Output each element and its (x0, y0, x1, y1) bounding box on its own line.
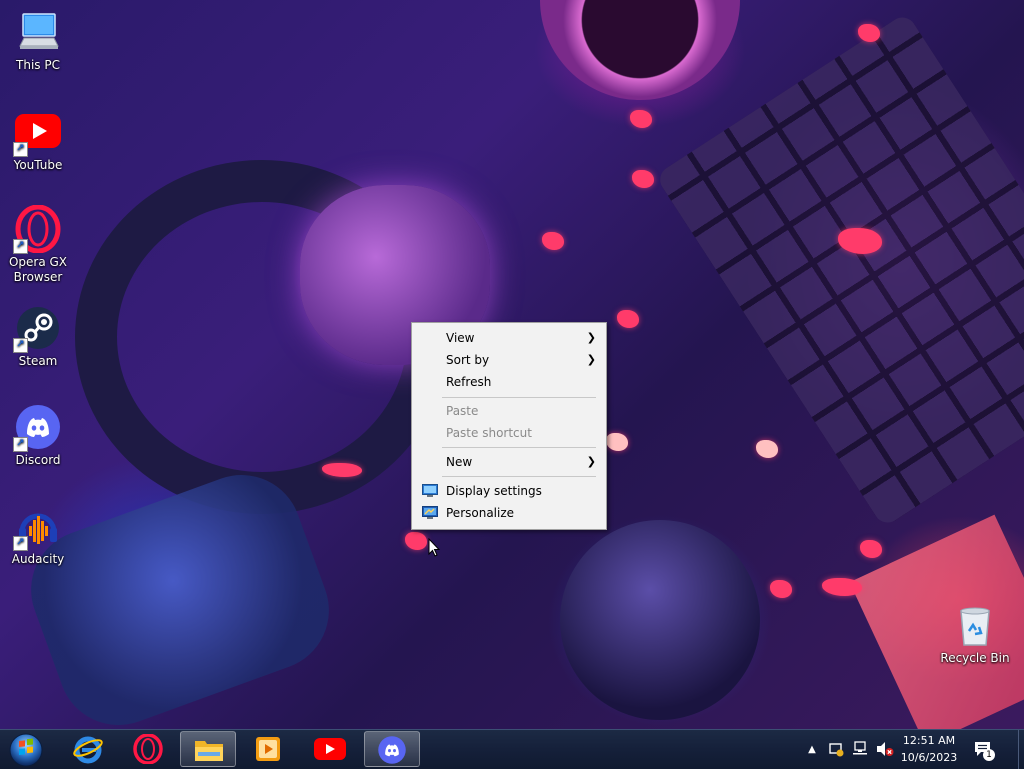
volume-muted-icon[interactable] (876, 741, 894, 757)
wallpaper-candy (542, 232, 564, 250)
wallpaper-candy (630, 110, 652, 128)
wallpaper-candy (822, 578, 862, 596)
menu-item-refresh[interactable]: Refresh (412, 371, 606, 393)
opera-icon (133, 734, 163, 764)
desktop-icon-label: Recycle Bin (940, 651, 1010, 665)
menu-item-label: Paste (446, 404, 479, 418)
menu-item-new[interactable]: New ❯ (412, 451, 606, 473)
start-button[interactable] (0, 731, 52, 767)
wallpaper-candy (606, 433, 628, 451)
taskbar-app-internet-explorer[interactable] (60, 731, 116, 767)
shortcut-arrow-icon: ↗ (13, 142, 28, 157)
desktop-icon-label: Opera GX Browser (8, 255, 68, 284)
taskbar-app-file-explorer[interactable] (180, 731, 236, 767)
shortcut-arrow-icon: ↗ (13, 338, 28, 353)
chevron-up-icon: ▲ (808, 744, 816, 755)
menu-separator (442, 476, 596, 477)
taskbar-app-opera[interactable] (120, 731, 176, 767)
wallpaper-mug (540, 0, 740, 100)
this-pc-icon (14, 8, 62, 56)
menu-item-paste: Paste (412, 400, 606, 422)
menu-item-label: New (446, 455, 473, 469)
desktop-wallpaper[interactable]: This PC ↗ YouTube ↗ Opera GX Browser ↗ S… (0, 0, 1024, 729)
menu-separator (442, 447, 596, 448)
action-center-flag-icon[interactable] (828, 741, 844, 757)
menu-item-label: Display settings (446, 484, 542, 498)
desktop-icon-label: YouTube (13, 158, 63, 172)
steam-icon: ↗ (13, 304, 62, 353)
display-icon (422, 484, 438, 497)
taskbar-app-discord[interactable] (364, 731, 420, 767)
submenu-arrow-icon: ❯ (586, 331, 596, 344)
desktop-icon-audacity[interactable]: ↗ Audacity (0, 502, 76, 567)
wallpaper-candy (858, 24, 880, 42)
menu-item-label: Personalize (446, 506, 515, 520)
menu-item-paste-shortcut: Paste shortcut (412, 422, 606, 444)
menu-item-label: Refresh (446, 375, 492, 389)
menu-item-label: Paste shortcut (446, 426, 532, 440)
desktop-icon-label: Steam (18, 354, 58, 368)
menu-item-label: View (446, 331, 475, 345)
submenu-arrow-icon: ❯ (586, 455, 596, 468)
mouse-cursor-icon (428, 538, 440, 557)
menu-item-personalize[interactable]: Personalize (412, 502, 606, 524)
menu-item-sort-by[interactable]: Sort by ❯ (412, 349, 606, 371)
network-icon[interactable] (852, 741, 868, 757)
desktop-icon-label: This PC (16, 58, 60, 72)
wallpaper-candy (860, 540, 882, 558)
youtube-icon (314, 738, 346, 760)
youtube-icon: ↗ (13, 108, 62, 157)
wallpaper-figure (560, 520, 760, 720)
notification-count-badge: 1 (983, 749, 995, 761)
taskbar-clock[interactable]: 12:51 AM 10/6/2023 (896, 732, 962, 766)
wallpaper-candy (632, 170, 654, 188)
taskbar-app-youtube[interactable] (302, 731, 358, 767)
windows-start-orb-icon (9, 733, 43, 767)
menu-item-display-settings[interactable]: Display settings (412, 480, 606, 502)
menu-item-label: Sort by (446, 353, 490, 367)
discord-icon: ↗ (13, 403, 62, 452)
tray-overflow-button[interactable]: ▲ (804, 730, 820, 769)
menu-separator (442, 397, 596, 398)
internet-explorer-icon (73, 736, 103, 764)
desktop-icon-label: Discord (15, 453, 61, 467)
media-player-icon (256, 737, 280, 761)
taskbar-app-media-player[interactable] (240, 731, 296, 767)
taskbar: ▲ 12:51 AM 10/6/2023 1 (0, 729, 1024, 769)
menu-item-view[interactable]: View ❯ (412, 327, 606, 349)
submenu-arrow-icon: ❯ (586, 353, 596, 366)
shortcut-arrow-icon: ↗ (13, 536, 28, 551)
shortcut-arrow-icon: ↗ (13, 239, 28, 254)
wallpaper-candy (770, 580, 792, 598)
wallpaper-candy (405, 532, 427, 550)
discord-icon (378, 736, 406, 764)
notifications-button[interactable]: 1 (968, 730, 996, 769)
desktop-icon-discord[interactable]: ↗ Discord (0, 403, 76, 468)
wallpaper-candy (756, 440, 778, 458)
wallpaper-candy (617, 310, 639, 328)
show-desktop-button[interactable] (1018, 730, 1024, 769)
desktop-icon-recycle-bin[interactable]: Recycle Bin (937, 601, 1013, 666)
desktop-icon-youtube[interactable]: ↗ YouTube (0, 108, 76, 173)
desktop-icon-label: Audacity (11, 552, 65, 566)
folder-icon (195, 741, 223, 761)
audacity-icon: ↗ (13, 502, 62, 551)
opera-gx-icon: ↗ (13, 204, 62, 254)
recycle-bin-icon (951, 601, 999, 649)
desktop-icon-this-pc[interactable]: This PC (0, 8, 76, 73)
personalize-icon (422, 506, 438, 519)
clock-time: 12:51 AM (902, 734, 956, 747)
clock-date: 10/6/2023 (900, 751, 958, 764)
shortcut-arrow-icon: ↗ (13, 437, 28, 452)
desktop-icon-opera-gx[interactable]: ↗ Opera GX Browser (0, 204, 76, 285)
desktop-icon-steam[interactable]: ↗ Steam (0, 304, 76, 369)
desktop-context-menu: View ❯ Sort by ❯ Refresh Paste Paste sho… (411, 322, 607, 530)
wallpaper-keyboard (654, 12, 1024, 528)
